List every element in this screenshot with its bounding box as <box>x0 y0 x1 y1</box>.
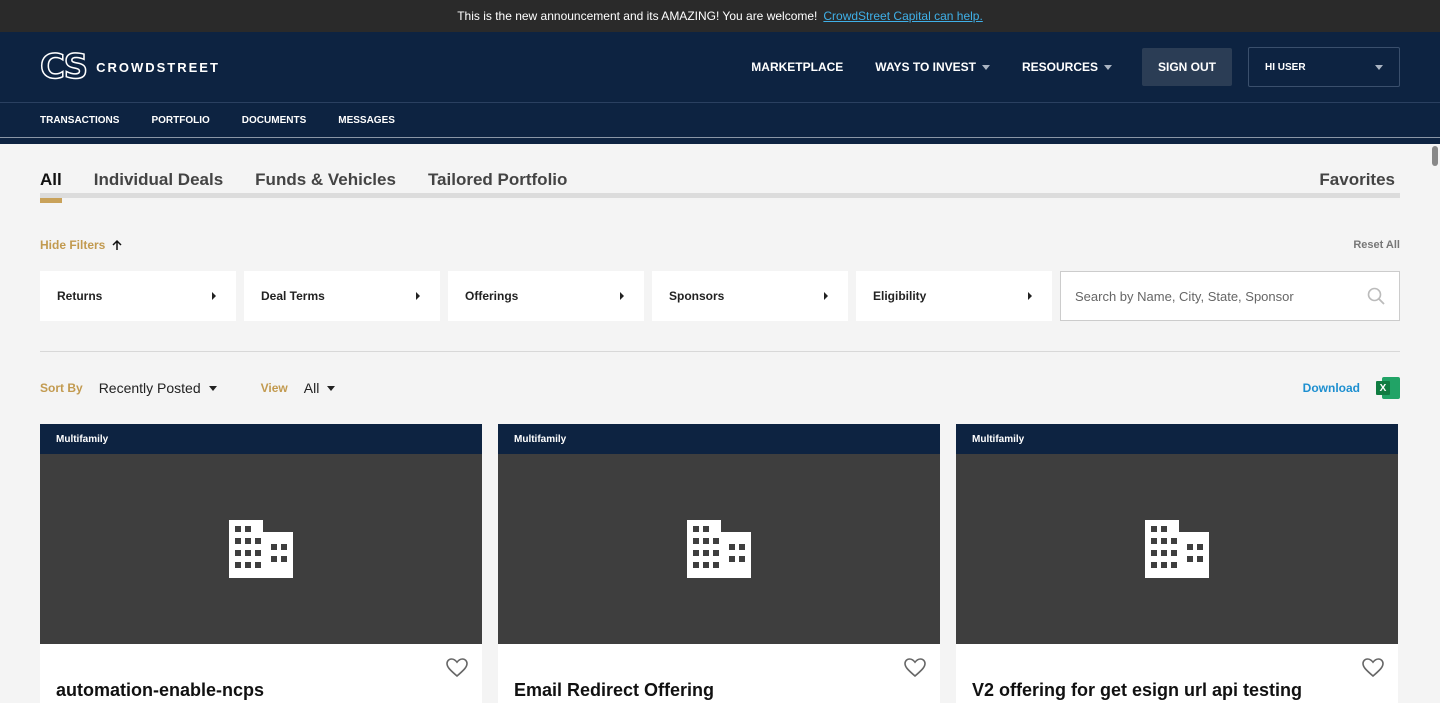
tab-favorites[interactable]: Favorites <box>1319 170 1395 198</box>
card-body: automation-enable-ncps <box>40 644 482 701</box>
filters-divider <box>40 351 1400 352</box>
nav-ways-to-invest[interactable]: WAYS TO INVEST <box>875 60 990 74</box>
view-value: All <box>303 380 320 396</box>
filter-offerings-label: Offerings <box>465 289 519 303</box>
search-icon[interactable] <box>1367 287 1385 305</box>
offering-tabs: All Individual Deals Funds & Vehicles Ta… <box>40 170 1400 203</box>
sort-by-label: Sort By <box>40 381 83 395</box>
building-icon <box>687 520 751 578</box>
logo[interactable]: CS CROWDSTREET <box>39 47 220 87</box>
excel-icon-letter: X <box>1376 381 1390 395</box>
user-greeting: HI USER <box>1265 61 1306 73</box>
card-title[interactable]: V2 offering for get esign url api testin… <box>972 680 1382 701</box>
filters-header: Hide Filters Reset All <box>40 238 1400 252</box>
chevron-right-icon <box>212 292 216 300</box>
filter-row: Returns Deal Terms Offerings Sponsors El… <box>40 271 1400 321</box>
subnav-messages[interactable]: MESSAGES <box>338 115 395 126</box>
sort-row: Sort By Recently Posted View All Downloa… <box>40 377 1400 399</box>
chevron-down-icon <box>327 385 336 391</box>
subnav-documents[interactable]: DOCUMENTS <box>242 115 306 126</box>
filter-eligibility[interactable]: Eligibility <box>856 271 1052 321</box>
user-menu[interactable]: HI USER <box>1248 47 1400 87</box>
download-link[interactable]: Download <box>1303 381 1360 395</box>
nav-marketplace[interactable]: MARKETPLACE <box>751 60 843 74</box>
view-label: View <box>260 381 288 395</box>
offering-card[interactable]: Multifamily automation-enable-ncps <box>40 424 482 703</box>
offering-cards: Multifamily automation-enable-ncps Multi… <box>40 424 1398 703</box>
building-icon <box>229 520 293 578</box>
hide-filters-button[interactable]: Hide Filters <box>40 238 123 252</box>
chevron-right-icon <box>416 292 420 300</box>
chevron-right-icon <box>1028 292 1032 300</box>
hide-filters-label: Hide Filters <box>40 238 106 252</box>
subnav-transactions[interactable]: TRANSACTIONS <box>40 115 119 126</box>
tab-funds-vehicles[interactable]: Funds & Vehicles <box>255 170 396 198</box>
header-bottom-band <box>0 138 1440 144</box>
logo-mark: CS <box>39 47 89 87</box>
view-dropdown[interactable]: All <box>304 380 336 396</box>
filter-eligibility-label: Eligibility <box>873 289 927 303</box>
card-image <box>956 454 1398 644</box>
nav-resources[interactable]: RESOURCES <box>1022 60 1112 74</box>
chevron-down-icon <box>1104 64 1112 70</box>
card-image <box>498 454 940 644</box>
filter-sponsors-label: Sponsors <box>669 289 725 303</box>
sign-out-button[interactable]: SIGN OUT <box>1142 48 1232 86</box>
sort-value: Recently Posted <box>98 380 201 396</box>
chevron-down-icon <box>981 64 990 70</box>
filter-deal-terms-label: Deal Terms <box>261 289 325 303</box>
arrow-up-icon <box>112 239 122 250</box>
chevron-right-icon <box>824 292 828 300</box>
search-input[interactable] <box>1075 288 1367 304</box>
card-category: Multifamily <box>956 424 1398 454</box>
card-body: Email Redirect Offering <box>498 644 940 701</box>
filter-returns-label: Returns <box>57 289 103 303</box>
nav-ways-to-invest-label: WAYS TO INVEST <box>875 60 976 74</box>
card-category: Multifamily <box>40 424 482 454</box>
filter-sponsors[interactable]: Sponsors <box>652 271 848 321</box>
offering-card[interactable]: Multifamily V2 offering for get esign ur… <box>956 424 1398 703</box>
heart-icon[interactable] <box>446 658 468 678</box>
announcement-bar: This is the new announcement and its AMA… <box>0 0 1440 32</box>
nav-resources-label: RESOURCES <box>1021 60 1098 74</box>
announcement-link[interactable]: CrowdStreet Capital can help. <box>823 9 982 23</box>
tab-individual-deals[interactable]: Individual Deals <box>94 170 223 198</box>
filter-offerings[interactable]: Offerings <box>448 271 644 321</box>
building-icon <box>1145 520 1209 578</box>
reset-all-button[interactable]: Reset All <box>1353 239 1400 251</box>
nav-right: MARKETPLACE WAYS TO INVEST RESOURCES SIG… <box>751 47 1400 87</box>
offering-card[interactable]: Multifamily Email Redirect Offering <box>498 424 940 703</box>
tab-tailored-portfolio[interactable]: Tailored Portfolio <box>428 170 567 198</box>
card-category: Multifamily <box>498 424 940 454</box>
subnav-portfolio[interactable]: PORTFOLIO <box>151 115 209 126</box>
card-body: V2 offering for get esign url api testin… <box>956 644 1398 701</box>
card-title[interactable]: Email Redirect Offering <box>514 680 924 701</box>
chevron-down-icon <box>208 385 217 391</box>
card-image <box>40 454 482 644</box>
sort-dropdown[interactable]: Recently Posted <box>99 380 217 396</box>
sub-navigation: TRANSACTIONS PORTFOLIO DOCUMENTS MESSAGE… <box>0 103 1440 138</box>
filter-deal-terms[interactable]: Deal Terms <box>244 271 440 321</box>
nav-marketplace-label: MARKETPLACE <box>751 60 844 74</box>
card-title[interactable]: automation-enable-ncps <box>56 680 466 701</box>
heart-icon[interactable] <box>904 658 926 678</box>
tab-all[interactable]: All <box>40 170 62 203</box>
search-box <box>1060 271 1400 321</box>
chevron-down-icon <box>1375 64 1383 70</box>
logo-text: CROWDSTREET <box>96 59 220 75</box>
chevron-right-icon <box>620 292 624 300</box>
excel-icon[interactable]: X <box>1376 377 1400 399</box>
filter-returns[interactable]: Returns <box>40 271 236 321</box>
heart-icon[interactable] <box>1362 658 1384 678</box>
page-scrollbar[interactable] <box>1432 146 1438 166</box>
top-navigation: CS CROWDSTREET MARKETPLACE WAYS TO INVES… <box>0 32 1440 103</box>
announcement-text: This is the new announcement and its AMA… <box>457 9 818 23</box>
